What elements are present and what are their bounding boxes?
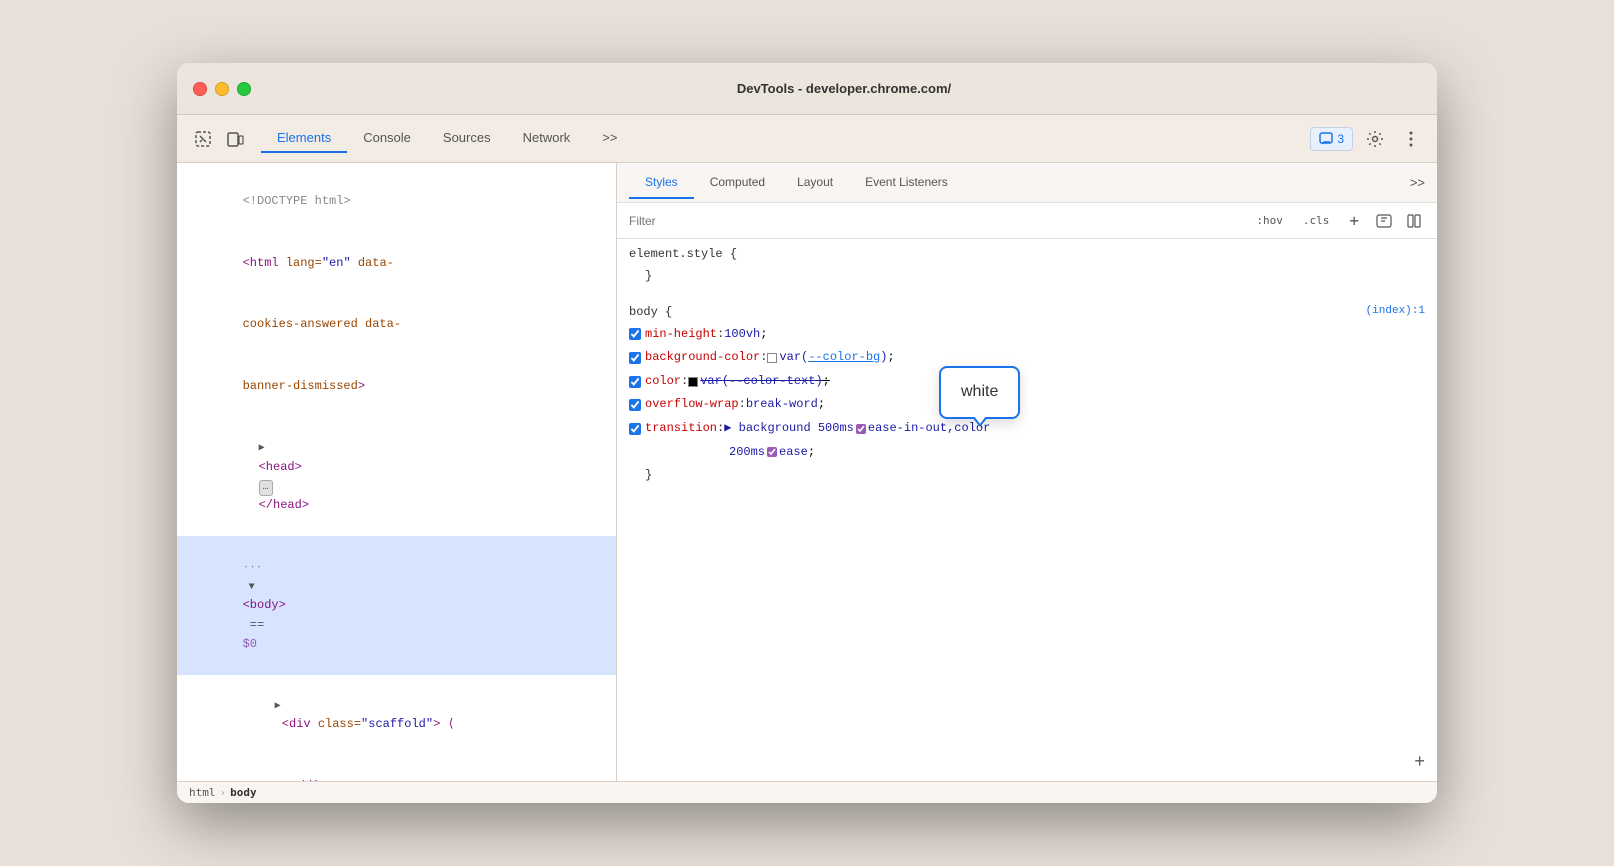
min-height-checkbox[interactable] [629, 328, 641, 340]
list-item[interactable]: ▶ <div class="scaffold"> ⟨ [177, 675, 616, 756]
styles-tab-layout[interactable]: Layout [781, 167, 849, 199]
selected-element-line[interactable]: ··· ▼ <body> == $0 [177, 536, 616, 675]
color-swatch-bg[interactable] [767, 353, 777, 363]
body-style-rule: body { (index):1 min-height : 100vh ; [629, 305, 1425, 488]
collapse-triangle-div: ▶ [275, 699, 285, 715]
window-title: DevTools - developer.chrome.com/ [267, 81, 1421, 96]
new-style-rule-icon[interactable] [1373, 210, 1395, 232]
element-style-rule: element.style { } [629, 247, 1425, 289]
devtools-window: DevTools - developer.chrome.com/ Element… [177, 63, 1437, 803]
main-toolbar: Elements Console Sources Network >> 3 [177, 115, 1437, 163]
filter-actions: :hov .cls + [1250, 209, 1425, 232]
ease-checkbox[interactable] [767, 447, 777, 457]
styles-content: element.style { } body { (index):1 [617, 239, 1437, 781]
list-item: <!DOCTYPE html> [177, 171, 616, 233]
list-item[interactable]: ▶ <head> … </head> [177, 417, 616, 536]
inspect-element-icon[interactable] [189, 125, 217, 153]
tab-network[interactable]: Network [507, 124, 587, 153]
html-tag: <html [243, 256, 286, 270]
collapse-triangle: ▶ [259, 441, 269, 457]
style-close-brace: } [629, 265, 1425, 289]
ellipsis-badge: … [259, 480, 273, 496]
ease-in-out-checkbox[interactable] [856, 424, 866, 434]
elements-panel: <!DOCTYPE html> <html lang="en" data- co… [177, 163, 617, 781]
cls-button[interactable]: .cls [1297, 212, 1336, 229]
style-source-link[interactable]: (index):1 [1366, 305, 1425, 323]
computed-styles-icon[interactable] [1403, 210, 1425, 232]
styles-panel: Styles Computed Layout Event Listeners >… [617, 163, 1437, 781]
styles-tabs-bar: Styles Computed Layout Event Listeners >… [617, 163, 1437, 203]
device-toolbar-icon[interactable] [221, 125, 249, 153]
list-item: </div> grid [177, 756, 616, 781]
property-transition-cont: 200ms ease ; [629, 441, 1425, 465]
filter-bar: :hov .cls + [617, 203, 1437, 239]
expand-triangle: ▼ [243, 580, 253, 596]
doctype-text: <!DOCTYPE html> [243, 194, 351, 208]
styles-more-tabs[interactable]: >> [1410, 175, 1425, 190]
settings-icon[interactable] [1361, 125, 1389, 153]
styles-tab-event-listeners[interactable]: Event Listeners [849, 167, 964, 199]
color-bg-link[interactable]: --color-bg [808, 347, 880, 369]
toolbar-right-actions: 3 [1310, 125, 1425, 153]
transition-checkbox[interactable] [629, 423, 641, 435]
breadcrumb-html[interactable]: html [189, 786, 216, 799]
property-overflow-wrap: overflow-wrap : break-word ; [629, 393, 1425, 417]
messages-badge-button[interactable]: 3 [1310, 127, 1353, 151]
list-item: banner-dismissed> [177, 356, 616, 418]
list-item: cookies-answered data- [177, 294, 616, 356]
tab-more[interactable]: >> [586, 124, 633, 153]
traffic-lights [193, 82, 251, 96]
color-swatch-text[interactable] [688, 377, 698, 387]
breadcrumb-bar: html › body [177, 781, 1437, 803]
overflow-wrap-checkbox[interactable] [629, 399, 641, 411]
property-min-height: min-height : 100vh ; [629, 323, 1425, 347]
main-content: <!DOCTYPE html> <html lang="en" data- co… [177, 163, 1437, 781]
messages-count: 3 [1337, 132, 1344, 146]
rule-close-brace: } [629, 464, 1425, 488]
main-tabs: Elements Console Sources Network >> [261, 124, 633, 153]
color-tooltip: white [939, 366, 1020, 419]
hov-button[interactable]: :hov [1250, 212, 1289, 229]
property-color: color : var(--color-text) ; [629, 370, 1425, 394]
body-selector: body { [629, 305, 672, 319]
titlebar: DevTools - developer.chrome.com/ [177, 63, 1437, 115]
close-button[interactable] [193, 82, 207, 96]
styles-tab-styles[interactable]: Styles [629, 167, 694, 199]
tab-sources[interactable]: Sources [427, 124, 507, 153]
style-selector: element.style { [629, 247, 1425, 261]
list-item[interactable]: <html lang="en" data- [177, 233, 616, 295]
tab-console[interactable]: Console [347, 124, 427, 153]
color-checkbox[interactable] [629, 376, 641, 388]
property-transition: transition : ▶ background 500ms ease-in-… [629, 417, 1425, 441]
plus-button[interactable]: + [1343, 209, 1365, 232]
property-background-color: background-color : var(--color-bg) ; whi… [629, 346, 1425, 370]
maximize-button[interactable] [237, 82, 251, 96]
rule-header: body { (index):1 [629, 305, 1425, 323]
filter-input[interactable] [629, 214, 1242, 228]
more-options-icon[interactable] [1397, 125, 1425, 153]
breadcrumb-body[interactable]: body [230, 786, 257, 799]
minimize-button[interactable] [215, 82, 229, 96]
tab-elements[interactable]: Elements [261, 124, 347, 153]
bg-color-checkbox[interactable] [629, 352, 641, 364]
styles-tab-computed[interactable]: Computed [694, 167, 781, 199]
tooltip-text: white [961, 383, 998, 400]
add-style-rule-button[interactable]: + [1414, 753, 1425, 773]
